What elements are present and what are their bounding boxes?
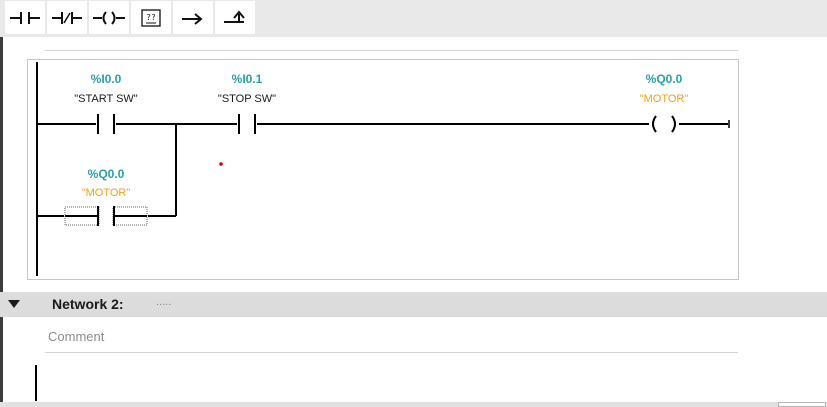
start-sw-contact[interactable] bbox=[97, 114, 115, 134]
network2-header: Network 2: ..... bbox=[0, 292, 827, 317]
motor-coil-address: %Q0.0 bbox=[646, 72, 683, 86]
network2-comment-field[interactable] bbox=[45, 322, 744, 350]
empty-box-glyph: ?? bbox=[146, 13, 156, 22]
close-branch-icon bbox=[224, 9, 245, 23]
network1-ladder-area[interactable]: %I0.0 "START SW" %I0.1 "STOP SW" %Q0.0 "… bbox=[27, 59, 739, 280]
holding-contact-address: %Q0.0 bbox=[88, 167, 125, 181]
stop-sw-contact[interactable] bbox=[238, 114, 256, 134]
stop-sw-address: %I0.1 bbox=[232, 72, 263, 86]
network1-ladder-diagram: %I0.0 "START SW" %I0.1 "STOP SW" %Q0.0 "… bbox=[36, 62, 730, 276]
normally-closed-contact-button[interactable] bbox=[47, 1, 87, 34]
network2-title[interactable]: Network 2: bbox=[52, 296, 124, 312]
network1-comment-separator bbox=[45, 50, 738, 51]
horizontal-scrollbar[interactable] bbox=[0, 402, 827, 407]
start-sw-tag: "START SW" bbox=[74, 93, 138, 105]
start-sw-address: %I0.0 bbox=[91, 72, 122, 86]
network2-left-power-rail bbox=[35, 365, 37, 401]
motor-holding-contact[interactable] bbox=[64, 206, 148, 226]
no-contact-icon bbox=[10, 11, 40, 24]
empty-box-button[interactable]: ?? bbox=[131, 1, 171, 34]
open-branch-icon bbox=[182, 12, 203, 25]
empty-box-icon: ?? bbox=[141, 8, 161, 27]
output-coil-button[interactable] bbox=[89, 1, 129, 34]
stop-sw-tag: "STOP SW" bbox=[218, 93, 276, 105]
motor-output-coil[interactable] bbox=[652, 115, 676, 133]
instruction-toolbar: ?? bbox=[0, 0, 827, 37]
editor-left-border bbox=[0, 37, 3, 407]
nc-contact-icon bbox=[52, 11, 82, 24]
error-marker-dot bbox=[219, 162, 223, 166]
horizontal-scrollbar-thumb[interactable] bbox=[778, 402, 826, 407]
coil-icon bbox=[93, 10, 125, 25]
normally-open-contact-button[interactable] bbox=[5, 1, 45, 34]
network2-comment-separator bbox=[45, 352, 738, 353]
network2-title-placeholder[interactable]: ..... bbox=[156, 296, 171, 308]
collapse-toggle-icon[interactable] bbox=[8, 300, 20, 308]
motor-coil-tag: "MOTOR" bbox=[640, 93, 689, 105]
open-branch-button[interactable] bbox=[173, 1, 213, 34]
close-branch-button[interactable] bbox=[215, 1, 255, 34]
holding-contact-tag: "MOTOR" bbox=[82, 187, 131, 199]
